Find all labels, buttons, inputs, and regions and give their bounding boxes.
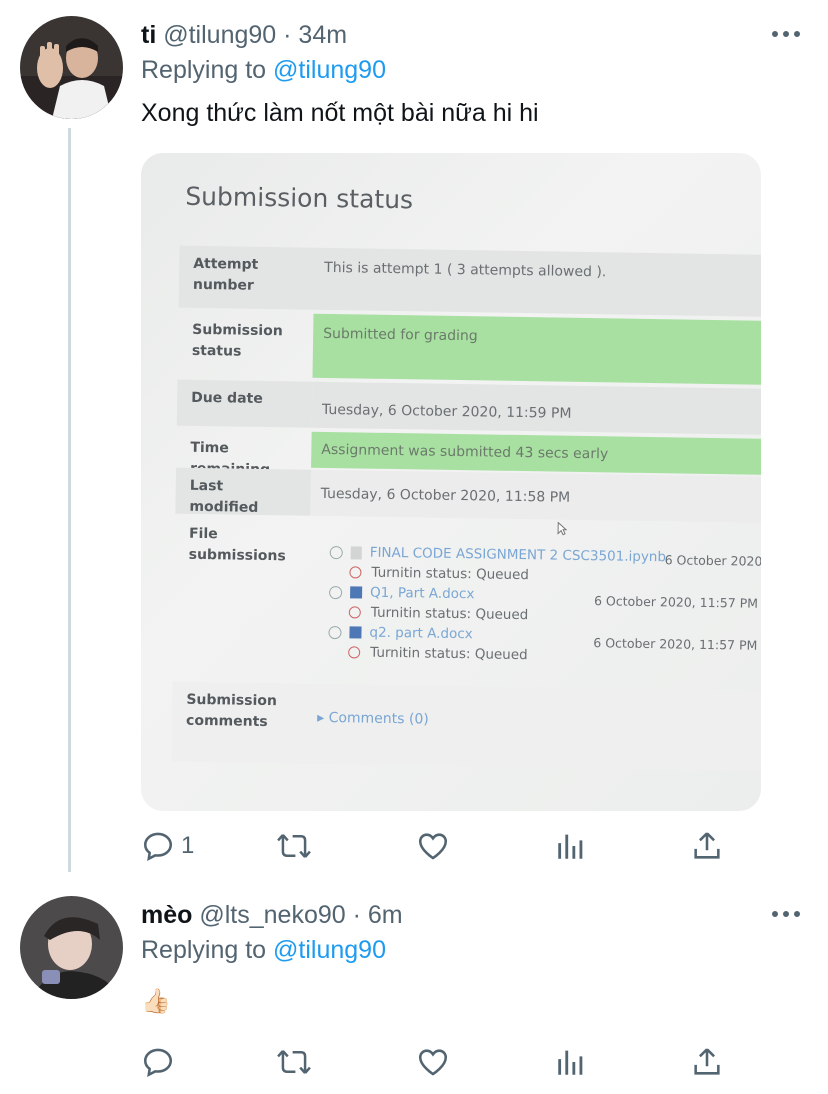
share-icon <box>694 1048 720 1075</box>
file-date: 6 October 2020 <box>664 552 761 569</box>
analytics-button[interactable] <box>554 1044 588 1080</box>
mention-link[interactable]: @tilung90 <box>273 936 386 964</box>
reply-icon <box>143 1048 173 1078</box>
turnitin-status: Turnitin status: Queued <box>348 644 528 663</box>
word-doc-icon <box>349 626 362 639</box>
reply-button[interactable]: 1 <box>141 828 194 864</box>
retweet-icon <box>277 834 311 858</box>
separator-dot: · <box>283 21 292 49</box>
more-options-icon[interactable] <box>772 907 800 921</box>
separator-dot: · <box>352 901 361 929</box>
files-label: File submissions <box>188 525 286 565</box>
file-link[interactable]: q2. part A.docx <box>328 624 473 642</box>
avatar[interactable] <box>20 896 123 999</box>
info-icon <box>329 585 343 599</box>
file-date: 6 October 2020, 11:57 PM <box>593 593 759 611</box>
retweet-button[interactable] <box>276 1044 312 1080</box>
status-label: Submission status <box>191 321 283 360</box>
attempt-label: Attempt number <box>178 245 315 310</box>
comments-label: Submission comments <box>185 691 278 731</box>
like-button[interactable] <box>416 1044 450 1080</box>
row-due-date: Due date Tuesday, 6 October 2020, 11:59 … <box>176 379 761 436</box>
mention-link[interactable]: @tilung90 <box>273 56 386 84</box>
reply-icon <box>143 832 173 862</box>
retweet-icon <box>277 1050 311 1074</box>
attempt-value: This is attempt 1 ( 3 attempts allowed )… <box>313 247 761 318</box>
modified-label: Last modified <box>175 467 312 516</box>
info-icon <box>329 545 343 559</box>
retweet-button[interactable] <box>276 828 312 864</box>
turnitin-icon <box>349 566 362 579</box>
turnitin-icon <box>348 606 361 619</box>
reply-count: 1 <box>181 832 195 859</box>
row-attempt: Attempt number This is attempt 1 ( 3 att… <box>178 245 761 318</box>
file-link[interactable]: Q1, Part A.docx <box>329 584 475 602</box>
remaining-value: Assignment was submitted 43 secs early <box>311 431 761 476</box>
tweet-1[interactable]: ti @tilung90 · 34m Replying to @tilung90… <box>0 0 828 880</box>
turnitin-icon <box>348 646 361 659</box>
tweet-2[interactable]: mèo @lts_neko90 · 6m Replying to @tilung… <box>0 880 828 1094</box>
submission-status-screenshot: Submission status Attempt number This is… <box>141 153 761 811</box>
analytics-icon <box>558 834 583 859</box>
share-icon <box>694 832 720 859</box>
like-icon <box>418 833 448 860</box>
replying-to: Replying to @tilung90 <box>141 935 386 965</box>
modified-value: Tuesday, 6 October 2020, 11:58 PM <box>310 469 761 524</box>
due-label: Due date <box>176 379 313 428</box>
analytics-button[interactable] <box>554 828 588 864</box>
avatar[interactable] <box>20 16 123 119</box>
row-last-modified: Last modified Tuesday, 6 October 2020, 1… <box>175 467 761 524</box>
submission-title: Submission status <box>185 181 414 215</box>
tweet-actions <box>141 1044 741 1080</box>
more-options-icon[interactable] <box>772 27 800 41</box>
tweet-photo[interactable]: Submission status Attempt number This is… <box>141 153 761 811</box>
tweet-text: 👍🏻 <box>141 988 171 1015</box>
row-submission-comments: Submission comments ▸ Comments (0) <box>171 681 761 771</box>
display-name[interactable]: ti <box>141 21 156 49</box>
reply-button[interactable] <box>141 1044 175 1080</box>
due-value: Tuesday, 6 October 2020, 11:59 PM <box>311 381 761 436</box>
word-doc-icon <box>350 586 363 599</box>
tweet-text: Xong thức làm nốt một bài nữa hi hi <box>141 99 539 127</box>
like-icon <box>418 1049 448 1076</box>
comments-link[interactable]: ▸ Comments (0) <box>306 684 761 771</box>
user-handle[interactable]: @lts_neko90 <box>199 901 345 929</box>
like-button[interactable] <box>416 828 450 864</box>
status-value: Submitted for grading <box>312 313 761 386</box>
turnitin-status: Turnitin status: Queued <box>349 564 529 583</box>
timestamp[interactable]: 6m <box>368 901 403 929</box>
remaining-label: Time remaining <box>190 439 270 478</box>
file-date: 6 October 2020, 11:57 PM <box>593 635 758 653</box>
share-button[interactable] <box>690 1044 724 1080</box>
turnitin-status: Turnitin status: Queued <box>348 604 528 623</box>
info-icon <box>328 625 342 639</box>
tweet-actions: 1 <box>141 828 741 864</box>
replying-prefix: Replying to <box>141 56 267 84</box>
replying-prefix: Replying to <box>141 936 267 964</box>
display-name[interactable]: mèo <box>141 901 192 929</box>
share-button[interactable] <box>690 828 724 864</box>
file-icon <box>350 545 362 560</box>
timestamp[interactable]: 34m <box>298 21 347 49</box>
mouse-cursor-icon <box>557 521 568 536</box>
analytics-icon <box>558 1050 583 1075</box>
row-submission-status: Submission status Submitted for grading <box>178 312 761 386</box>
user-handle[interactable]: @tilung90 <box>163 21 276 49</box>
replying-to: Replying to @tilung90 <box>141 55 386 85</box>
